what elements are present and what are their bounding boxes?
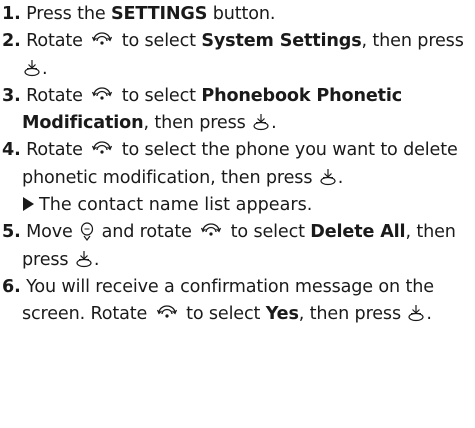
step-text: Press the xyxy=(26,4,111,24)
step-number: 1. xyxy=(2,4,21,24)
step-number: 5. xyxy=(2,222,21,243)
interface-dial-rotate-icon xyxy=(91,140,113,158)
interface-dial-rotate-icon xyxy=(156,304,178,322)
step-text: to select xyxy=(116,31,202,52)
step-6: 6. You will receive a confirmation messa… xyxy=(2,274,469,329)
instruction-page: 1. Press the SETTINGS button. 2. Rotate … xyxy=(0,0,475,428)
interface-dial-rotate-icon xyxy=(200,222,222,240)
step-text: , then press xyxy=(143,113,252,134)
step-text: to select xyxy=(225,222,311,243)
delete-all-label: Delete All xyxy=(310,222,406,243)
step-text: . xyxy=(426,304,432,325)
system-settings-label: System Settings xyxy=(201,31,362,52)
step-number: 3. xyxy=(2,85,21,106)
step-4-result: The contact name list appears. xyxy=(2,192,469,219)
step-text: to select xyxy=(116,85,202,106)
step-number: 6. xyxy=(2,276,21,297)
step-4: 4. Rotate to select the phone you want t… xyxy=(2,137,469,192)
move-icon xyxy=(80,221,94,242)
enter-press-icon xyxy=(252,113,270,131)
step-number: 4. xyxy=(2,140,21,161)
step-text: and rotate xyxy=(96,222,198,243)
step-text: Rotate xyxy=(26,85,89,106)
result-arrow-icon xyxy=(23,197,34,212)
step-5: 5. Move and rotate to select Delete All,… xyxy=(2,219,469,274)
step-text: Move xyxy=(26,222,79,243)
enter-press-icon xyxy=(319,168,337,186)
step-text: . xyxy=(337,167,344,188)
enter-press-icon xyxy=(23,59,41,77)
step-text: to select xyxy=(180,304,266,325)
step-text: , then press xyxy=(298,304,407,325)
step-text: Rotate xyxy=(26,140,89,161)
step-text: . xyxy=(271,113,277,134)
yes-label: Yes xyxy=(265,304,299,325)
step-text: button. xyxy=(207,4,276,24)
step-number: 2. xyxy=(2,31,21,52)
interface-dial-rotate-icon xyxy=(91,86,113,104)
step-text: , then press xyxy=(361,31,464,52)
settings-button-label: SETTINGS xyxy=(110,4,208,24)
interface-dial-rotate-icon xyxy=(91,31,113,49)
enter-press-icon xyxy=(407,304,425,322)
enter-press-icon xyxy=(75,250,93,268)
step-text: Rotate xyxy=(26,31,89,52)
step-text: . xyxy=(93,249,100,270)
step-1: 1. Press the SETTINGS button. xyxy=(2,1,469,28)
step-2: 2. Rotate to select System Settings, the… xyxy=(2,28,469,83)
step-3: 3. Rotate to select Phonebook Phonetic M… xyxy=(2,83,469,138)
step-text: . xyxy=(42,58,48,79)
result-text: The contact name list appears. xyxy=(39,195,313,216)
